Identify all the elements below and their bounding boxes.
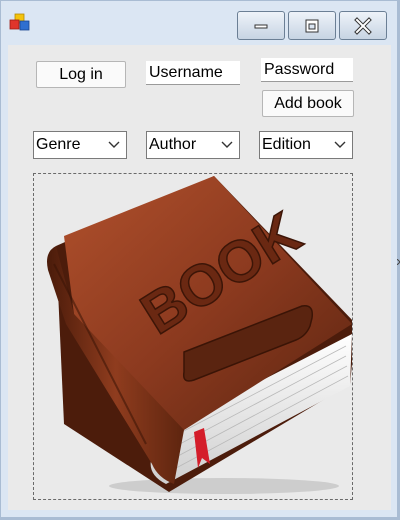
book-picture-box: BOOK bbox=[33, 173, 356, 500]
add-book-button[interactable]: Add book bbox=[262, 90, 354, 117]
app-icon bbox=[9, 13, 30, 31]
book-icon: BOOK bbox=[47, 176, 356, 494]
maximize-button[interactable] bbox=[288, 11, 336, 40]
app-window: Log in Username Password Add book Genre … bbox=[0, 0, 400, 520]
author-dropdown[interactable]: Author bbox=[146, 131, 240, 159]
minimize-button[interactable] bbox=[237, 11, 285, 40]
chevron-down-icon bbox=[108, 141, 120, 148]
close-icon bbox=[354, 16, 372, 35]
close-button[interactable] bbox=[339, 11, 387, 40]
minimize-icon bbox=[254, 24, 268, 28]
title-bar[interactable] bbox=[1, 1, 397, 43]
genre-dropdown[interactable]: Genre bbox=[33, 131, 127, 159]
edition-dropdown[interactable]: Edition bbox=[259, 131, 353, 159]
maximize-icon bbox=[305, 19, 319, 32]
login-button[interactable]: Log in bbox=[36, 61, 126, 88]
genre-dropdown-value: Genre bbox=[36, 136, 81, 153]
chevron-down-icon bbox=[334, 141, 346, 148]
username-field[interactable]: Username bbox=[146, 61, 240, 85]
password-field[interactable]: Password bbox=[261, 58, 353, 82]
author-dropdown-value: Author bbox=[149, 136, 197, 153]
chevron-down-icon bbox=[221, 141, 233, 148]
edition-dropdown-value: Edition bbox=[262, 136, 311, 153]
form-client-area: Log in Username Password Add book Genre … bbox=[8, 45, 391, 510]
